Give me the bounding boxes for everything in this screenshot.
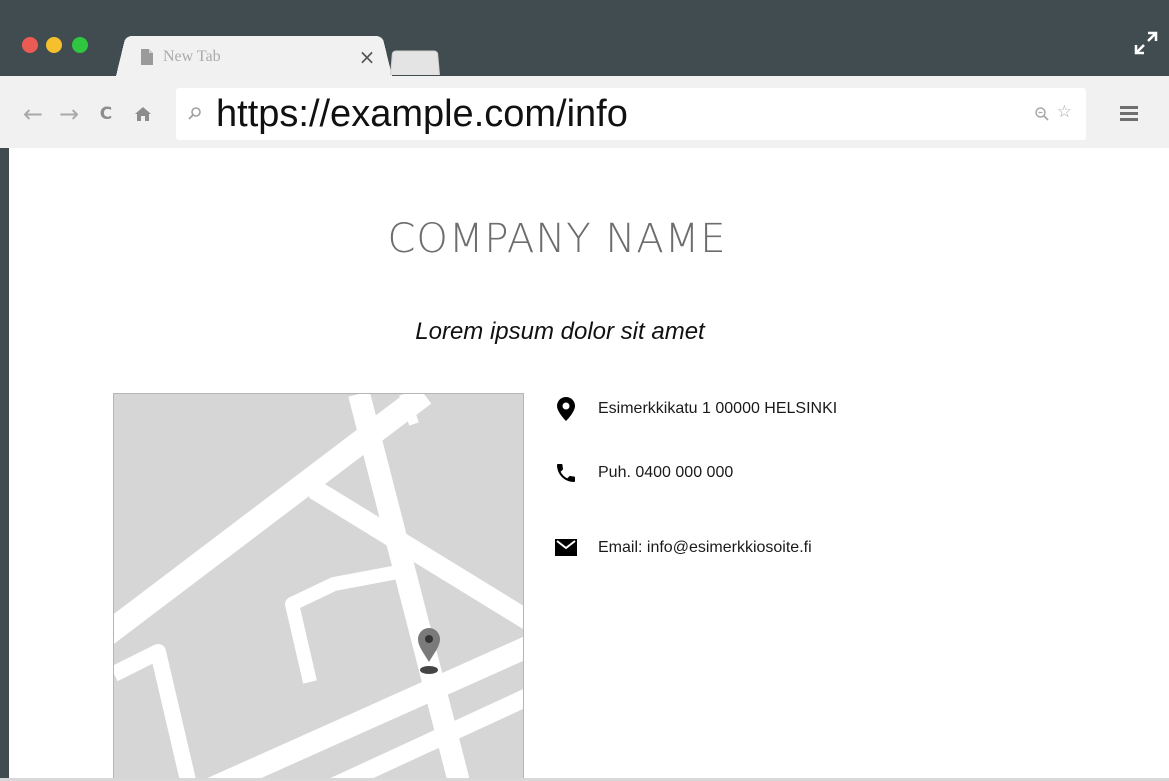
map-graphic[interactable] <box>114 394 524 781</box>
document-icon <box>141 49 153 65</box>
zoom-icon[interactable] <box>1034 106 1050 122</box>
map-pin-shadow <box>420 666 438 674</box>
contact-phone: Puh. 0400 000 000 <box>553 460 733 486</box>
envelope-icon <box>553 535 579 561</box>
tab-title: New Tab <box>163 48 221 65</box>
company-name-heading: COMPANY NAME <box>387 216 727 262</box>
url-text[interactable]: https://example.com/info <box>216 92 628 136</box>
search-icon <box>188 107 201 120</box>
contact-email: Email: info@esimerkkiosoite.fi <box>553 535 812 561</box>
location-pin-icon <box>553 396 579 422</box>
phone-icon <box>553 460 579 486</box>
star-icon[interactable]: ☆ <box>1057 102 1072 122</box>
maximize-window-button[interactable] <box>72 37 88 53</box>
new-tab-button[interactable] <box>390 50 440 75</box>
address-bar[interactable]: https://example.com/info ☆ <box>176 88 1086 140</box>
tab-content[interactable]: New Tab × <box>136 42 386 72</box>
map-embed[interactable] <box>113 393 524 781</box>
map-pin-dot <box>425 635 433 643</box>
home-icon[interactable] <box>132 101 154 127</box>
fullscreen-icon[interactable] <box>1133 30 1159 56</box>
phone-text[interactable]: Puh. 0400 000 000 <box>598 464 733 482</box>
back-icon[interactable]: ← <box>20 100 46 128</box>
contact-address: Esimerkkikatu 1 00000 HELSINKI <box>553 396 837 422</box>
tab-close-button[interactable]: × <box>358 45 376 69</box>
close-window-button[interactable] <box>22 37 38 53</box>
tagline: Lorem ipsum dolor sit amet <box>415 318 705 345</box>
address-text: Esimerkkikatu 1 00000 HELSINKI <box>598 400 838 417</box>
browser-window: New Tab × ← → C https://example.com/info… <box>0 0 1169 781</box>
forward-icon[interactable]: → <box>56 100 82 128</box>
reload-icon[interactable]: C <box>96 101 116 127</box>
email-text[interactable]: Email: info@esimerkkiosoite.fi <box>598 539 812 557</box>
minimize-window-button[interactable] <box>46 37 62 53</box>
hamburger-menu-icon[interactable] <box>1120 106 1140 122</box>
